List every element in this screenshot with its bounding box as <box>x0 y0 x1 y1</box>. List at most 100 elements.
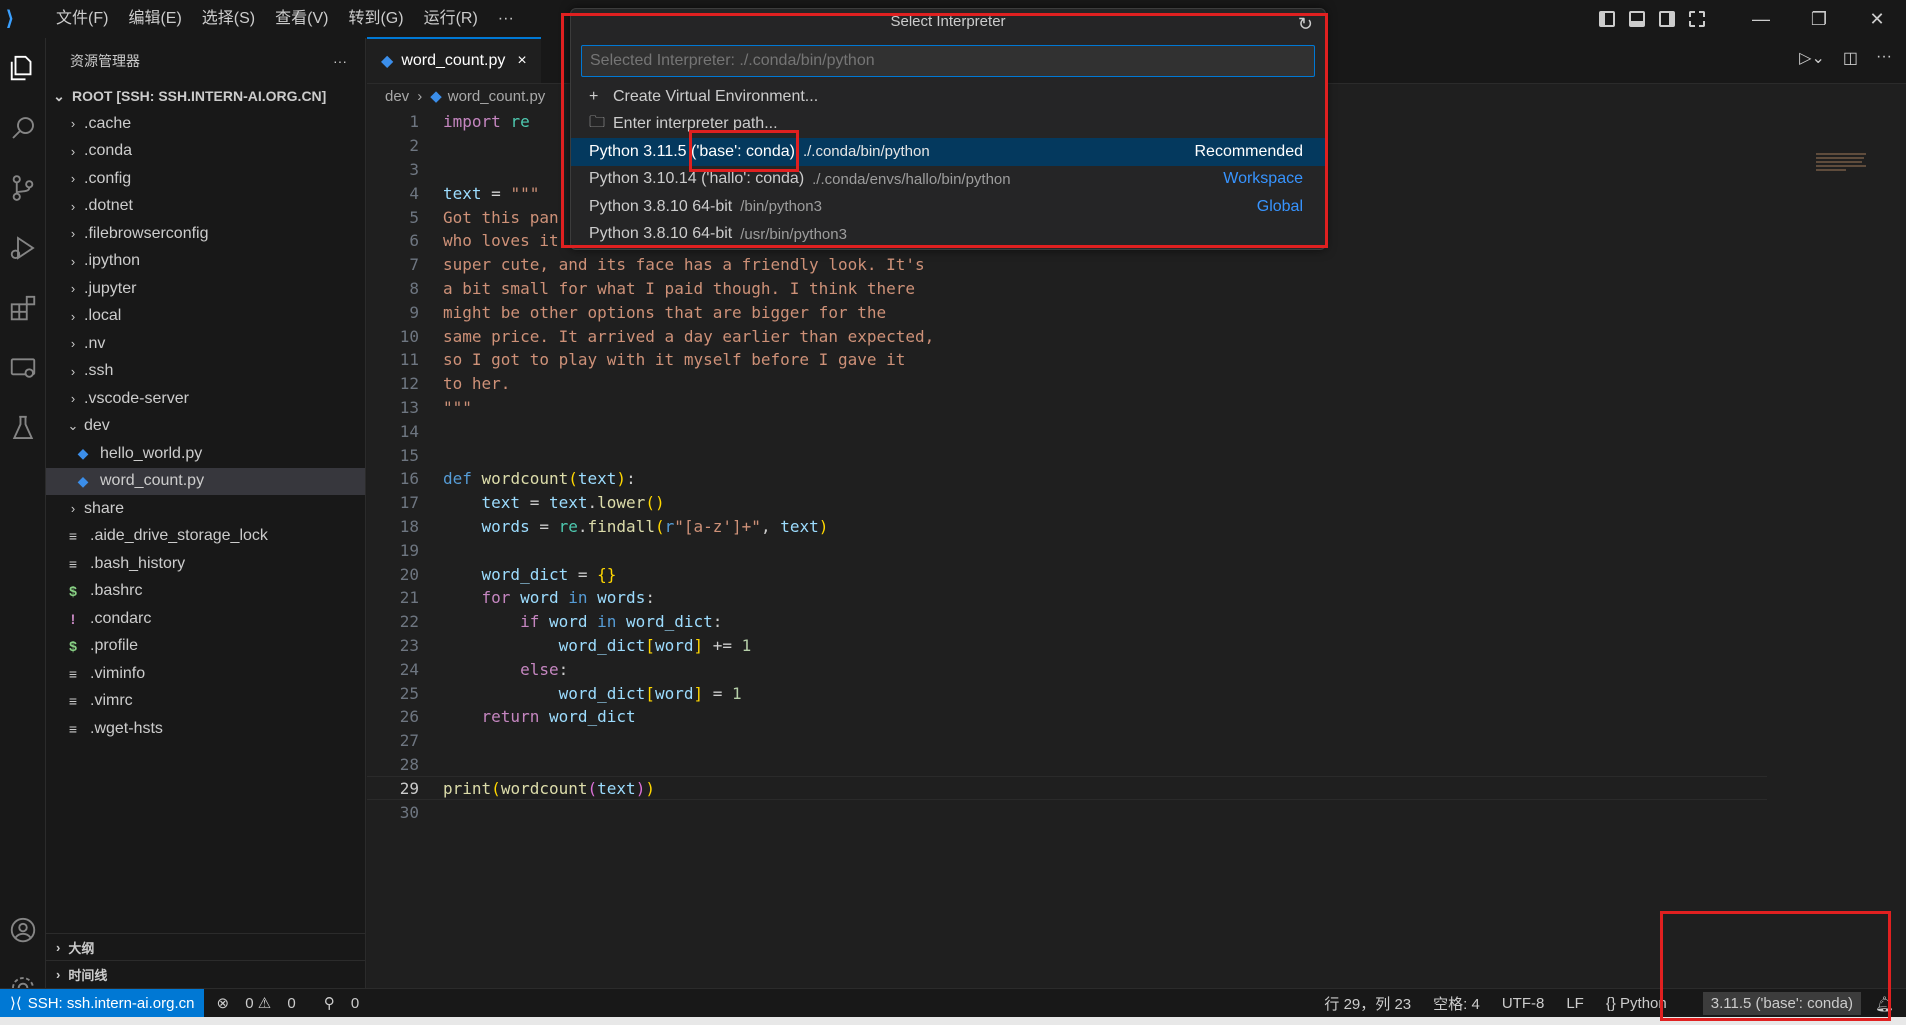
menu-selection[interactable]: 选择(S) <box>192 0 265 38</box>
minimap[interactable] <box>1816 153 1876 213</box>
timeline-section[interactable]: › 时间线 <box>46 960 366 988</box>
tree-item[interactable]: ◆ word_count.py <box>46 467 365 495</box>
more-actions-icon[interactable]: ··· <box>1876 48 1892 68</box>
menu-go[interactable]: 转到(G) <box>338 0 413 38</box>
tree-item-label: .conda <box>84 142 133 160</box>
cursor-position[interactable]: 行 29，列 23 <box>1324 993 1411 1014</box>
tree-item-label: .local <box>84 307 122 325</box>
run-debug-icon[interactable] <box>0 218 46 278</box>
tree-item[interactable]: $ .profile <box>46 633 365 661</box>
chevron-right-icon: › <box>70 198 76 214</box>
tree-item[interactable]: › .ipython <box>46 248 365 276</box>
tree-item[interactable]: ≡ .viminfo <box>46 660 365 688</box>
tree-item[interactable]: › share <box>46 495 365 523</box>
tree-item-label: hello_world.py <box>100 444 203 462</box>
tree-item[interactable]: ! .condarc <box>46 605 365 633</box>
chevron-right-icon: › <box>56 940 61 955</box>
tree-item-label: share <box>84 499 125 517</box>
tree-item[interactable]: › .cache <box>46 110 365 138</box>
chevron-right-icon: › <box>56 967 61 982</box>
tab-word-count[interactable]: ◆ word_count.py × <box>367 37 541 83</box>
end-of-line[interactable]: LF <box>1566 995 1584 1012</box>
tree-item[interactable]: › .ssh <box>46 358 365 386</box>
tree-item[interactable]: ≡ .wget-hsts <box>46 715 365 743</box>
code-line: 13 """ <box>399 397 472 417</box>
text-file-icon: ≡ <box>68 693 78 710</box>
split-editor-icon[interactable]: ◫ <box>1843 48 1858 68</box>
python-file-icon: ◆ <box>77 445 89 462</box>
tree-item[interactable]: ≡ .bash_history <box>46 550 365 578</box>
breadcrumb-file[interactable]: word_count.py <box>448 88 546 105</box>
menu-view[interactable]: 查看(V) <box>265 0 338 38</box>
text-file-icon: ≡ <box>68 720 78 737</box>
run-file-icon[interactable]: ▷⌄ <box>1799 48 1825 68</box>
menu-edit[interactable]: 编辑(E) <box>118 0 191 38</box>
chevron-right-icon: › <box>70 171 76 187</box>
chevron-down-icon: ⌄ <box>67 418 79 434</box>
menu-run[interactable]: 运行(R) <box>414 0 488 38</box>
menu-file[interactable]: 文件(F) <box>46 0 118 38</box>
tree-item[interactable]: › .config <box>46 165 365 193</box>
chevron-right-icon: › <box>70 363 76 379</box>
tree-item[interactable]: › .dotnet <box>46 193 365 221</box>
tree-item[interactable]: › .jupyter <box>46 275 365 303</box>
code-line: 30 <box>399 802 419 822</box>
tree-item[interactable]: › .vscode-server <box>46 385 365 413</box>
sidebar-more-button[interactable]: ··· <box>333 53 347 69</box>
taskbar-strip <box>0 1017 1906 1025</box>
tree-item[interactable]: › .local <box>46 303 365 331</box>
minimize-icon[interactable]: — <box>1732 0 1790 38</box>
tree-item[interactable]: › .conda <box>46 138 365 166</box>
menu-more[interactable]: ··· <box>488 0 524 38</box>
chevron-right-icon: › <box>70 143 76 159</box>
tree-item[interactable]: ⌄ dev <box>46 413 365 441</box>
remote-explorer-icon[interactable] <box>0 338 46 398</box>
chevron-down-icon: ⌄ <box>53 87 65 104</box>
indentation[interactable]: 空格: 4 <box>1433 993 1480 1014</box>
toggle-panel-icon[interactable] <box>1622 0 1652 38</box>
ports-indicator[interactable]: ⚲ 0 <box>324 994 360 1012</box>
code-line: 26 return word_dict <box>399 707 636 727</box>
tree-item-label: .dotnet <box>84 197 133 215</box>
tree-item[interactable]: › .nv <box>46 330 365 358</box>
account-icon[interactable] <box>0 900 46 960</box>
tree-item[interactable]: › .filebrowserconfig <box>46 220 365 248</box>
tab-label: word_count.py <box>401 52 506 69</box>
tree-item-label: .wget-hsts <box>90 719 163 737</box>
testing-flask-icon[interactable] <box>0 398 46 458</box>
tree-item-label: .bashrc <box>90 582 143 600</box>
remote-indicator[interactable]: ⟩⟨ SSH: ssh.intern-ai.org.cn <box>0 988 205 1018</box>
toggle-primary-sidebar-icon[interactable] <box>1592 0 1622 38</box>
tree-item-label: .cache <box>84 114 132 132</box>
explorer-icon[interactable] <box>0 38 46 98</box>
tree-item[interactable]: ≡ .vimrc <box>46 688 365 716</box>
encoding[interactable]: UTF-8 <box>1502 995 1545 1012</box>
chevron-right-icon: › <box>70 226 76 242</box>
tree-item-label: .filebrowserconfig <box>84 224 209 242</box>
code-line: 11 so I got to play with it myself before… <box>399 350 906 370</box>
tree-item[interactable]: $ .bashrc <box>46 578 365 606</box>
tree-item-label: .bash_history <box>90 554 186 572</box>
extensions-icon[interactable] <box>0 278 46 338</box>
problems-indicator[interactable]: ⊗ 0 ⚠ 0 <box>216 994 295 1012</box>
vscode-logo-icon: ⟩ <box>6 8 14 30</box>
code-line: 7 super cute, and its face has a friendly… <box>409 255 925 275</box>
close-window-icon[interactable]: ✕ <box>1848 0 1906 38</box>
search-icon[interactable] <box>0 98 46 158</box>
source-control-icon[interactable] <box>0 158 46 218</box>
tree-item[interactable]: ≡ .aide_drive_storage_lock <box>46 523 365 551</box>
code-line: 17 text = text.lower() <box>399 493 665 513</box>
status-bar: ⟩⟨ SSH: ssh.intern-ai.org.cn ⊗ 0 ⚠ 0 ⚲ 0 … <box>0 988 1906 1018</box>
code-line: 8a bit small for what I paid though. I t… <box>409 278 916 298</box>
tree-item[interactable]: ◆ hello_world.py <box>46 440 365 468</box>
workspace-root[interactable]: ⌄ ROOT [SSH: SSH.INTERN-AI.ORG.CN] <box>46 84 365 108</box>
tab-close-button[interactable]: × <box>517 52 526 70</box>
restore-icon[interactable]: ❐ <box>1790 0 1848 38</box>
outline-section[interactable]: › 大纲 <box>46 933 366 961</box>
breadcrumb-folder[interactable]: dev <box>385 88 409 105</box>
python-file-icon: ◆ <box>381 53 394 70</box>
explorer-sidebar: 资源管理器 ··· ⌄ ROOT [SSH: SSH.INTERN-AI.ORG.… <box>46 38 366 988</box>
customize-layout-icon[interactable] <box>1682 0 1712 38</box>
tree-item-label: .vimrc <box>90 692 133 710</box>
toggle-secondary-sidebar-icon[interactable] <box>1652 0 1682 38</box>
